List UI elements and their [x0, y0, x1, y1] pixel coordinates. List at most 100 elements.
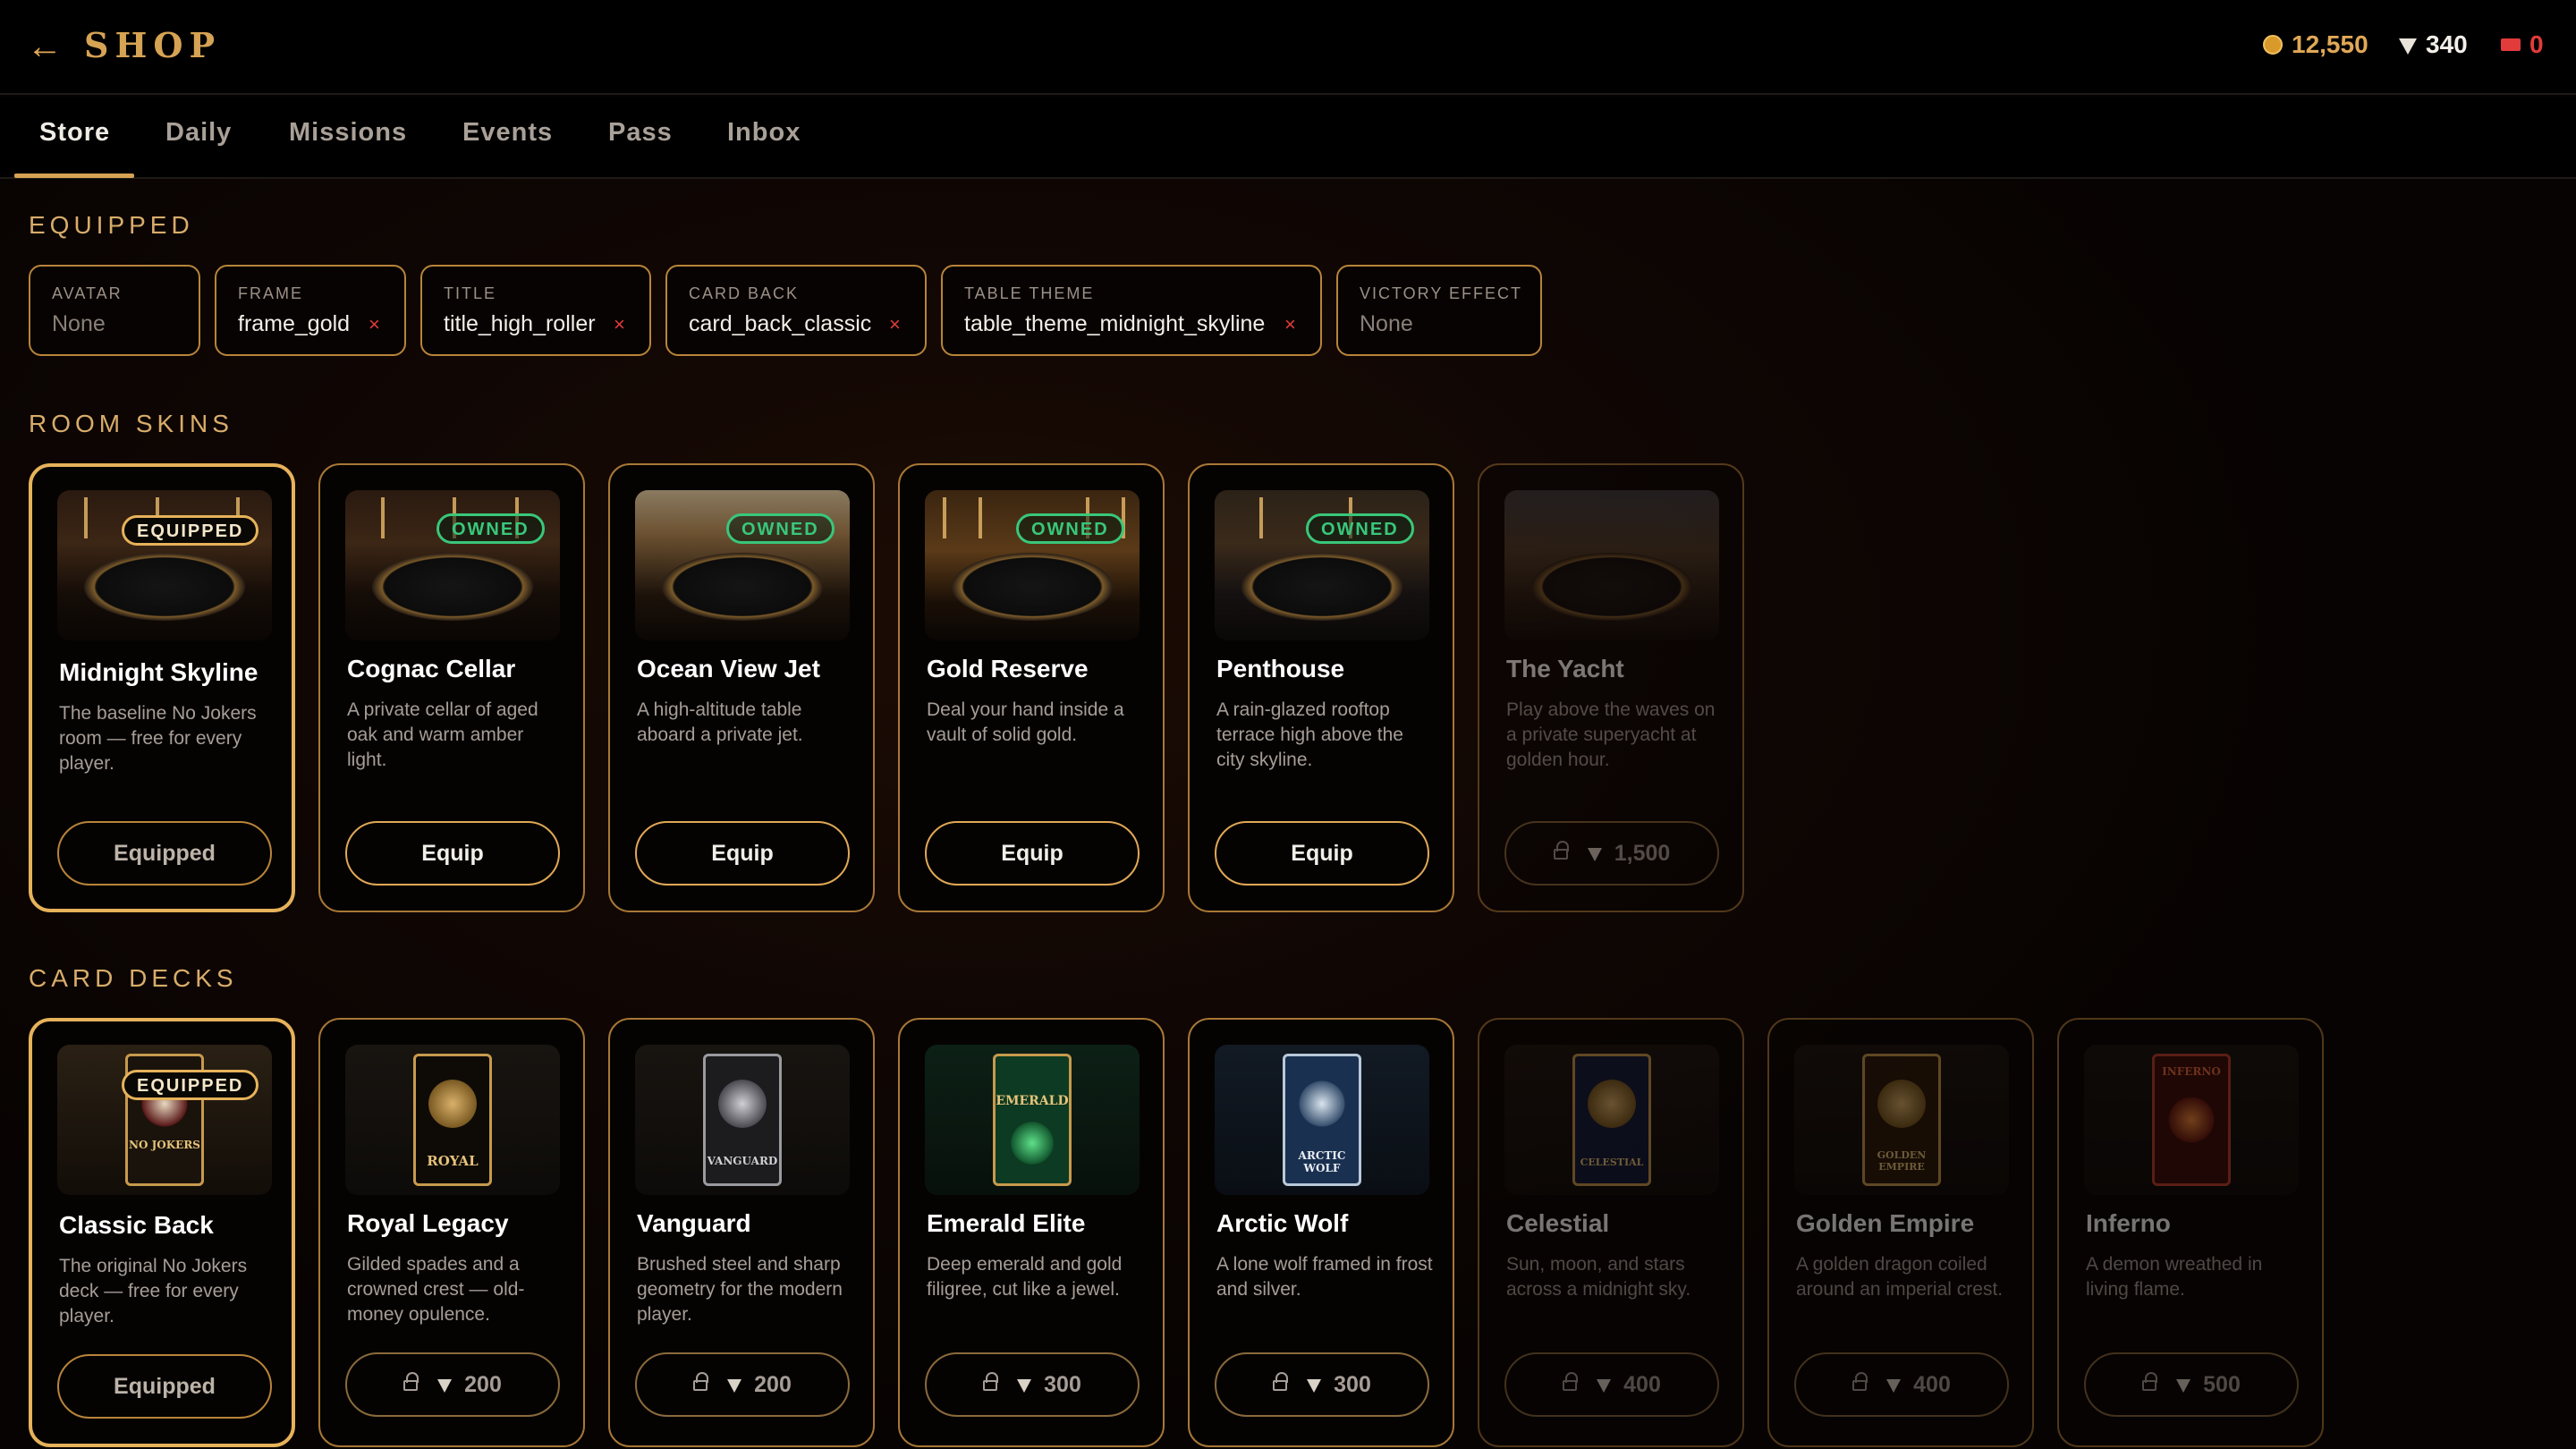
card-deck-card[interactable]: ARCTIC WOLF Arctic Wolf A lone wolf fram… — [1188, 1018, 1454, 1447]
price: 300 — [1044, 1372, 1081, 1397]
slot-value: title_high_roller — [444, 311, 596, 336]
card-deck-card[interactable]: GOLDEN EMPIRE Golden Empire A golden dra… — [1767, 1018, 2034, 1447]
item-description: Play above the waves on a private supery… — [1506, 699, 1716, 770]
buy-button[interactable]: 300 — [1215, 1352, 1429, 1417]
gem-icon — [727, 1379, 742, 1393]
item-description: A lone wolf framed in frost and silver. — [1216, 1254, 1433, 1300]
room-skin-card[interactable]: OWNED Penthouse A rain-glazed rooftop te… — [1188, 463, 1454, 912]
tab-daily[interactable]: Daily — [165, 118, 232, 148]
room-skin-card[interactable]: The Yacht Play above the waves on a priv… — [1478, 463, 1744, 912]
equipped-button[interactable]: Equipped — [57, 821, 272, 886]
equipped-button[interactable]: Equipped — [57, 1354, 272, 1419]
card-deck-card[interactable]: NO JOKERS EQUIPPED Classic Back The orig… — [29, 1018, 295, 1447]
buy-button[interactable]: 300 — [925, 1352, 1140, 1417]
buy-button[interactable]: 200 — [345, 1352, 560, 1417]
slot-value: frame_gold — [238, 311, 351, 336]
price: 400 — [1623, 1372, 1661, 1397]
owned-badge: OWNED — [436, 513, 545, 544]
price: 1,500 — [1614, 841, 1671, 866]
equip-button[interactable]: Equip — [925, 821, 1140, 886]
deck-thumbnail: VANGUARD — [635, 1045, 850, 1195]
lock-icon — [983, 1372, 999, 1391]
item-description: A golden dragon coiled around an imperia… — [1796, 1254, 2004, 1300]
item-name: Celestial — [1506, 1209, 1610, 1237]
equip-button[interactable]: Equip — [345, 821, 560, 886]
remove-icon[interactable]: × — [614, 313, 625, 336]
buy-button[interactable]: 1,500 — [1504, 821, 1719, 886]
item-description: A rain-glazed rooftop terrace high above… — [1216, 699, 1403, 770]
remove-icon[interactable]: × — [369, 313, 380, 336]
deck-art: ARCTIC WOLF — [1283, 1054, 1361, 1186]
ticket-balance: 0 — [2501, 30, 2544, 59]
equip-button[interactable]: Equip — [1215, 821, 1429, 886]
tab-bar: Store Daily Missions Events Pass Inbox — [0, 97, 2576, 179]
slot-value: None — [52, 311, 106, 336]
tab-inbox[interactable]: Inbox — [727, 118, 801, 148]
card-deck-card[interactable]: EMERALD Emerald Elite Deep emerald and g… — [898, 1018, 1165, 1447]
item-name: Midnight Skyline — [59, 658, 258, 686]
gem-balance: 340 — [2399, 30, 2468, 59]
page-title: SHOP — [84, 25, 222, 65]
gem-icon — [1597, 1379, 1612, 1393]
slot-title[interactable]: TITLE title_high_roller × — [420, 265, 651, 356]
buy-button[interactable]: 200 — [635, 1352, 850, 1417]
gem-icon — [437, 1379, 453, 1393]
gem-icon — [1886, 1379, 1902, 1393]
item-description: A private cellar of aged oak and warm am… — [347, 699, 538, 770]
deck-thumbnail: EMERALD — [925, 1045, 1140, 1195]
card-deck-card[interactable]: CELESTIAL Celestial Sun, moon, and stars… — [1478, 1018, 1744, 1447]
owned-badge: OWNED — [1016, 513, 1124, 544]
deck-thumbnail: ROYAL — [345, 1045, 560, 1195]
tab-events[interactable]: Events — [462, 118, 553, 148]
buy-button[interactable]: 400 — [1504, 1352, 1719, 1417]
slot-frame[interactable]: FRAME frame_gold × — [215, 265, 406, 356]
equipped-badge: EQUIPPED — [122, 515, 259, 546]
deck-thumbnail: NO JOKERS — [57, 1045, 272, 1195]
item-name: Classic Back — [59, 1211, 214, 1239]
owned-badge: OWNED — [1306, 513, 1414, 544]
item-name: Vanguard — [637, 1209, 751, 1237]
room-skin-card[interactable]: OWNED Cognac Cellar A private cellar of … — [318, 463, 585, 912]
deck-thumbnail: GOLDEN EMPIRE — [1794, 1045, 2009, 1195]
remove-icon[interactable]: × — [889, 313, 901, 336]
equipped-heading: EQUIPPED — [29, 211, 194, 239]
gem-icon — [2399, 38, 2417, 55]
lock-icon — [1563, 1372, 1579, 1391]
slot-table-theme[interactable]: TABLE THEME table_theme_midnight_skyline… — [941, 265, 1322, 356]
tab-missions[interactable]: Missions — [289, 118, 407, 148]
card-deck-card[interactable]: ROYAL Royal Legacy Gilded spades and a c… — [318, 1018, 585, 1447]
lock-icon — [693, 1372, 709, 1391]
item-name: Gold Reserve — [927, 655, 1089, 682]
slot-avatar[interactable]: AVATAR None — [29, 265, 200, 356]
room-thumbnail — [57, 490, 272, 640]
lock-icon — [2142, 1372, 2158, 1391]
equip-button[interactable]: Equip — [635, 821, 850, 886]
gem-icon — [2176, 1379, 2191, 1393]
deck-thumbnail: INFERNO — [2084, 1045, 2299, 1195]
card-deck-card[interactable]: INFERNO Inferno A demon wreathed in livi… — [2057, 1018, 2324, 1447]
arrow-left-icon: ← — [27, 27, 63, 66]
card-deck-card[interactable]: VANGUARD Vanguard Brushed steel and shar… — [608, 1018, 875, 1447]
gem-icon — [1307, 1379, 1322, 1393]
remove-icon[interactable]: × — [1284, 313, 1296, 336]
tab-pass[interactable]: Pass — [608, 118, 673, 148]
room-skin-card[interactable]: OWNED Gold Reserve Deal your hand inside… — [898, 463, 1165, 912]
price: 200 — [754, 1372, 792, 1397]
tab-store[interactable]: Store — [39, 118, 110, 148]
room-skins-heading: ROOM SKINS — [29, 410, 233, 437]
item-name: Royal Legacy — [347, 1209, 509, 1237]
deck-thumbnail: ARCTIC WOLF — [1215, 1045, 1429, 1195]
slot-victory-effect[interactable]: VICTORY EFFECT None — [1336, 265, 1542, 356]
buy-button[interactable]: 400 — [1794, 1352, 2009, 1417]
slot-value: card_back_classic — [689, 311, 872, 336]
item-description: The baseline No Jokers room — free for e… — [59, 703, 257, 774]
room-skin-card[interactable]: EQUIPPED Midnight Skyline The baseline N… — [29, 463, 295, 912]
equipped-badge: EQUIPPED — [122, 1070, 259, 1100]
item-name: The Yacht — [1506, 655, 1624, 682]
deck-art: CELESTIAL — [1572, 1054, 1651, 1186]
back-button[interactable]: ← — [27, 27, 66, 66]
coin-balance: 12,550 — [2263, 30, 2368, 59]
slot-card-back[interactable]: CARD BACK card_back_classic × — [665, 265, 927, 356]
room-skin-card[interactable]: OWNED Ocean View Jet A high-altitude tab… — [608, 463, 875, 912]
buy-button[interactable]: 500 — [2084, 1352, 2299, 1417]
